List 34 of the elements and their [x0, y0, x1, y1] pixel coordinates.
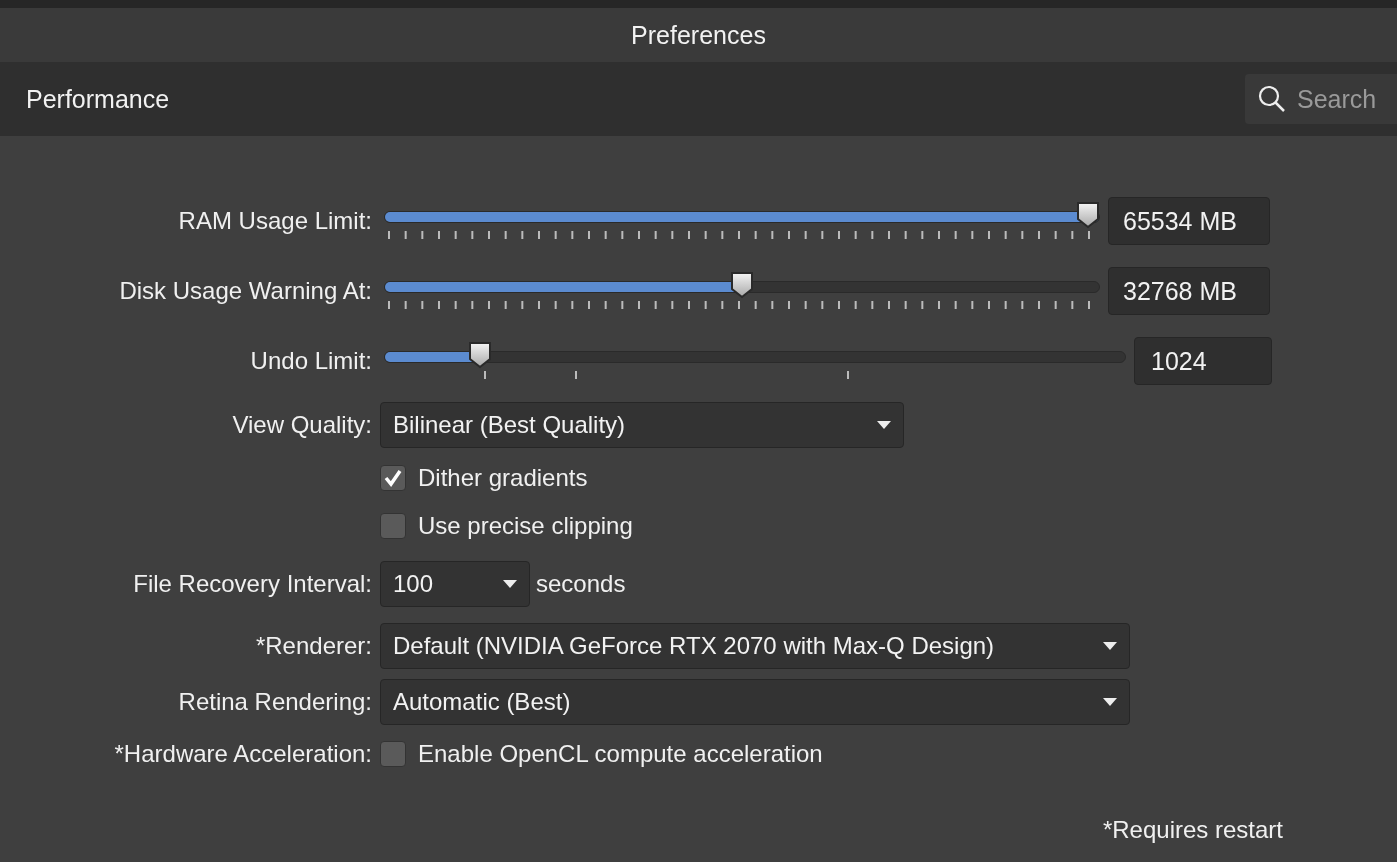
slider-thumb[interactable] [468, 341, 493, 369]
field-label: Retina Rendering: [177, 688, 372, 716]
value-field[interactable]: 1024 [1134, 337, 1272, 385]
search-field[interactable]: Search [1245, 74, 1397, 124]
unit-label: seconds [536, 570, 626, 598]
field-label: *Hardware Acceleration: [113, 740, 372, 768]
dropdown[interactable]: Automatic (Best) [380, 679, 1130, 725]
dropdown[interactable]: Bilinear (Best Quality) [380, 402, 904, 448]
window-title: Preferences [631, 20, 766, 50]
caret-icon [503, 580, 517, 588]
checkbox-label: Use precise clipping [418, 512, 633, 540]
slider-label: Undo Limit: [249, 347, 372, 375]
slider-thumb[interactable] [730, 271, 754, 299]
field-label: File Recovery Interval: [132, 570, 372, 598]
search-icon [1257, 84, 1287, 114]
slider-label: RAM Usage Limit: [177, 207, 372, 235]
checkbox-label: Dither gradients [418, 464, 588, 492]
slider-thumb[interactable] [1076, 201, 1100, 229]
checkbox[interactable] [380, 513, 406, 539]
field-label: View Quality: [231, 411, 372, 439]
dropdown[interactable]: Default (NVIDIA GeForce RTX 2070 with Max-Q Design) [380, 623, 1130, 669]
checkbox[interactable] [380, 741, 406, 767]
slider-label: Disk Usage Warning At: [118, 277, 372, 305]
caret-icon [877, 421, 891, 429]
caret-icon [1103, 698, 1117, 706]
value-field[interactable]: 65534 MB [1108, 197, 1270, 245]
checkbox-label: Enable OpenCL compute acceleration [418, 740, 823, 768]
dropdown[interactable]: 100 [380, 561, 530, 607]
checkbox[interactable] [380, 465, 406, 491]
footnote: *Requires restart [1102, 816, 1283, 844]
section-title: Performance [26, 84, 170, 114]
caret-icon [1103, 642, 1117, 650]
value-field[interactable]: 32768 MB [1108, 267, 1270, 315]
field-label: *Renderer: [254, 632, 372, 660]
